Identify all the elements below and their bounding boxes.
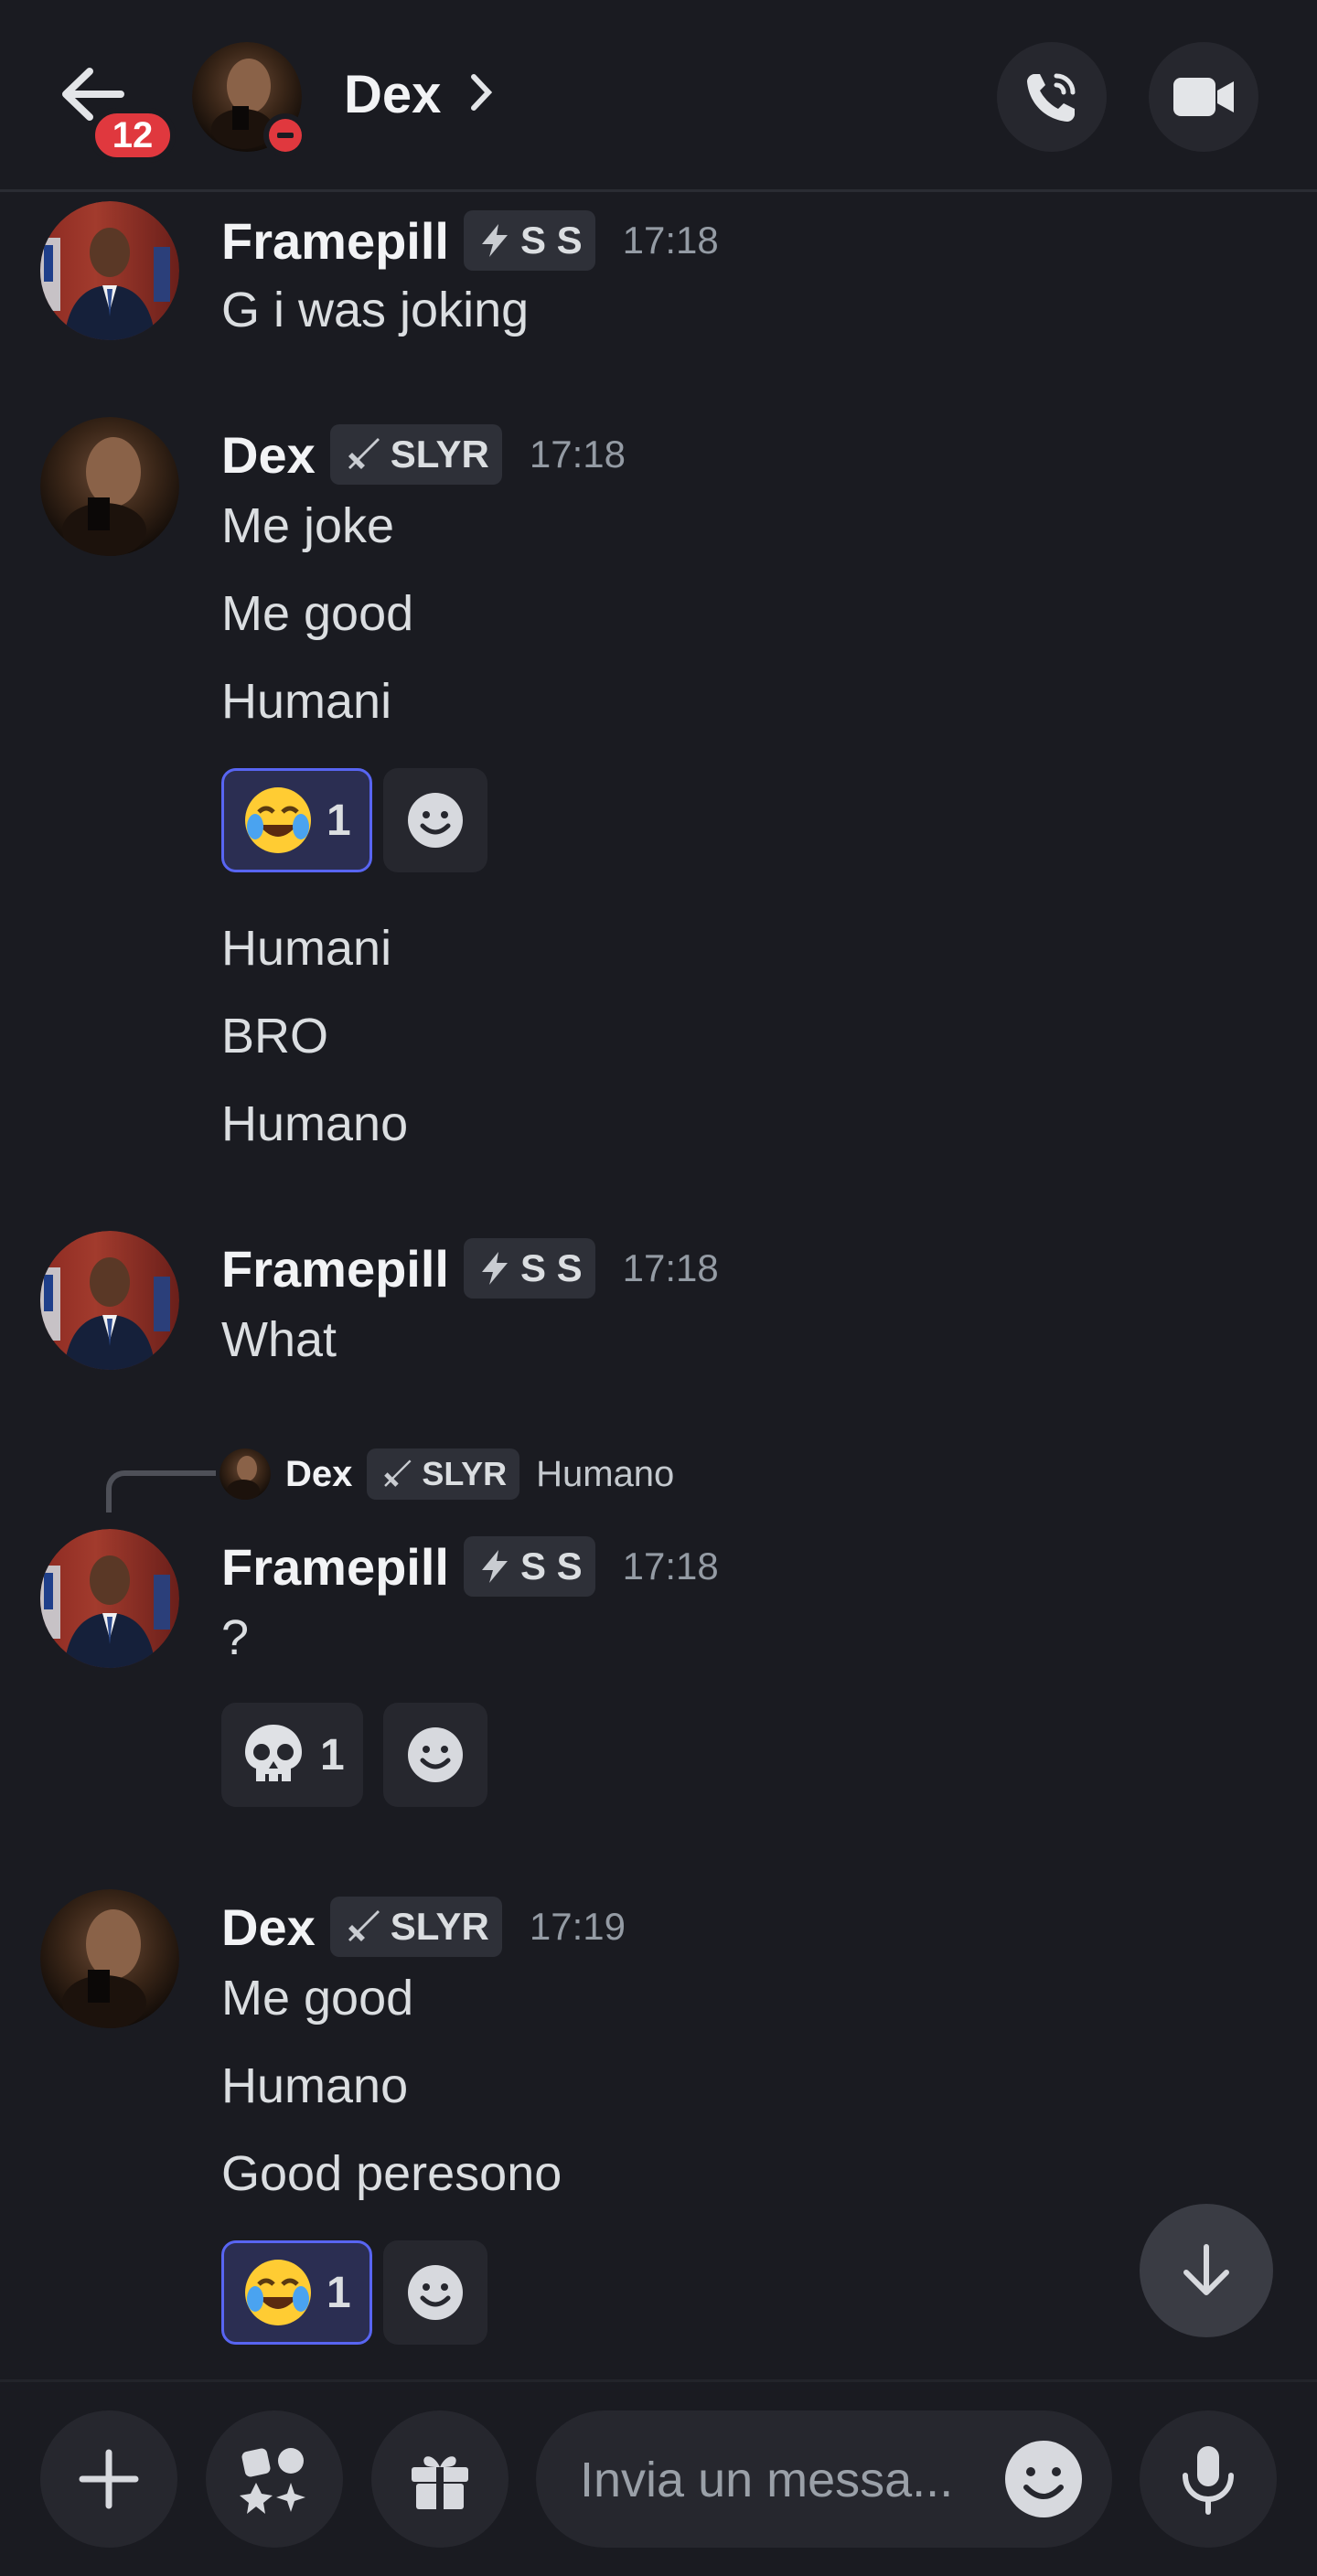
- emoji-icon: [408, 1727, 463, 1782]
- joy-emoji-icon: [245, 787, 311, 853]
- emoji-icon: [408, 2265, 463, 2320]
- message-text: What: [221, 1312, 337, 1367]
- clan-tag-label: SLYR: [390, 1905, 489, 1948]
- timestamp: 17:18: [622, 1246, 719, 1289]
- sword-icon: [348, 438, 380, 469]
- clan-tag: SLYR: [367, 1448, 520, 1500]
- message-meta: Framepill S S 17:18: [221, 208, 719, 273]
- message-text: Humani: [221, 674, 392, 729]
- video-camera-icon: [1173, 78, 1234, 116]
- avatar[interactable]: [40, 1231, 179, 1370]
- sword-icon: [384, 1459, 412, 1487]
- message-text: Humano: [221, 1096, 409, 1151]
- chat-header: 12 Dex: [0, 0, 1317, 192]
- reaction-chip[interactable]: 1: [221, 1703, 363, 1807]
- message-meta: Dex SLYR 17:18: [221, 422, 626, 486]
- timestamp: 17:18: [622, 1545, 719, 1587]
- username[interactable]: Dex: [221, 1897, 316, 1957]
- reaction-count: 1: [327, 796, 351, 845]
- clan-tag-label: S S: [519, 1246, 583, 1289]
- clan-tag-label: S S: [519, 219, 583, 262]
- apps-button[interactable]: [206, 2410, 343, 2548]
- clan-tag-label: SLYR: [422, 1455, 508, 1492]
- joy-emoji-icon: [245, 2260, 311, 2325]
- chevron-right-icon[interactable]: [468, 69, 496, 115]
- message-meta: Dex SLYR 17:19: [221, 1895, 626, 1959]
- arrow-down-icon: [1183, 2244, 1229, 2295]
- message-text: ?: [221, 1610, 250, 1665]
- username[interactable]: Framepill: [221, 1239, 449, 1299]
- add-reaction-button[interactable]: [383, 1703, 487, 1807]
- skull-emoji-icon: [245, 1725, 302, 1781]
- reaction-chip[interactable]: 1: [221, 2240, 372, 2345]
- message-text: Good peresono: [221, 2146, 562, 2201]
- reaction-chip[interactable]: 1: [221, 768, 372, 872]
- gift-button[interactable]: [371, 2410, 509, 2548]
- gift-icon: [412, 2456, 468, 2509]
- message-meta: Framepill S S 17:18: [221, 1236, 719, 1300]
- attach-button[interactable]: [40, 2410, 177, 2548]
- add-reaction-button[interactable]: [383, 768, 487, 872]
- message-text: G i was joking: [221, 283, 530, 337]
- message-text: Me good: [221, 586, 414, 641]
- phone-call-icon: [1027, 73, 1076, 122]
- timestamp: 17:19: [529, 1905, 626, 1948]
- timestamp: 17:18: [622, 219, 719, 262]
- reply-preview[interactable]: Dex SLYR Humano: [220, 1447, 674, 1502]
- clan-tag-label: S S: [519, 1545, 583, 1587]
- clan-tag-label: SLYR: [390, 433, 489, 476]
- reaction-count: 1: [320, 1730, 345, 1780]
- clan-tag[interactable]: S S: [463, 1238, 595, 1299]
- avatar[interactable]: [40, 417, 179, 556]
- timestamp: 17:18: [529, 433, 626, 476]
- add-reaction-button[interactable]: [383, 2240, 487, 2345]
- clan-tag[interactable]: S S: [463, 1536, 595, 1597]
- unread-badge: 12: [90, 108, 176, 163]
- message-input[interactable]: Invia un messa...: [536, 2410, 1112, 2548]
- reply-spine: [106, 1470, 216, 1512]
- clan-tag[interactable]: S S: [463, 210, 595, 271]
- lightning-icon: [481, 1252, 508, 1285]
- avatar[interactable]: [40, 1529, 179, 1668]
- username[interactable]: Dex: [221, 425, 316, 485]
- voice-call-button[interactable]: [997, 42, 1107, 152]
- plus-icon: [79, 2449, 139, 2509]
- message-text: Me joke: [221, 498, 395, 553]
- voice-message-button[interactable]: [1140, 2410, 1277, 2548]
- emoji-icon: [408, 793, 463, 848]
- contact-name[interactable]: Dex: [344, 64, 441, 125]
- video-call-button[interactable]: [1149, 42, 1258, 152]
- reply-text: Humano: [536, 1453, 675, 1494]
- username[interactable]: Framepill: [221, 211, 449, 271]
- lightning-icon: [481, 224, 508, 257]
- message-meta: Framepill S S 17:18: [221, 1534, 719, 1598]
- apps-icon: [240, 2448, 305, 2514]
- reply-author: Dex: [285, 1453, 353, 1494]
- username[interactable]: Framepill: [221, 1537, 449, 1597]
- reaction-count: 1: [327, 2268, 351, 2317]
- clan-tag[interactable]: SLYR: [329, 1897, 502, 1957]
- message-input-placeholder: Invia un messa...: [580, 2453, 954, 2507]
- avatar[interactable]: [40, 1889, 179, 2028]
- sword-icon: [348, 1910, 380, 1941]
- microphone-icon: [1183, 2446, 1234, 2515]
- emoji-icon: [1005, 2441, 1082, 2517]
- dnd-status-icon: [263, 113, 307, 157]
- avatar: [220, 1448, 271, 1500]
- message-text: Humani: [221, 921, 392, 976]
- avatar[interactable]: [40, 201, 179, 340]
- message-text: Me good: [221, 1971, 414, 2026]
- clan-tag[interactable]: SLYR: [329, 424, 502, 485]
- lightning-icon: [481, 1550, 508, 1583]
- message-text: BRO: [221, 1009, 329, 1064]
- jump-to-present-button[interactable]: [1140, 2204, 1273, 2337]
- emoji-picker-button[interactable]: [1002, 2438, 1085, 2525]
- message-text: Humano: [221, 2058, 409, 2113]
